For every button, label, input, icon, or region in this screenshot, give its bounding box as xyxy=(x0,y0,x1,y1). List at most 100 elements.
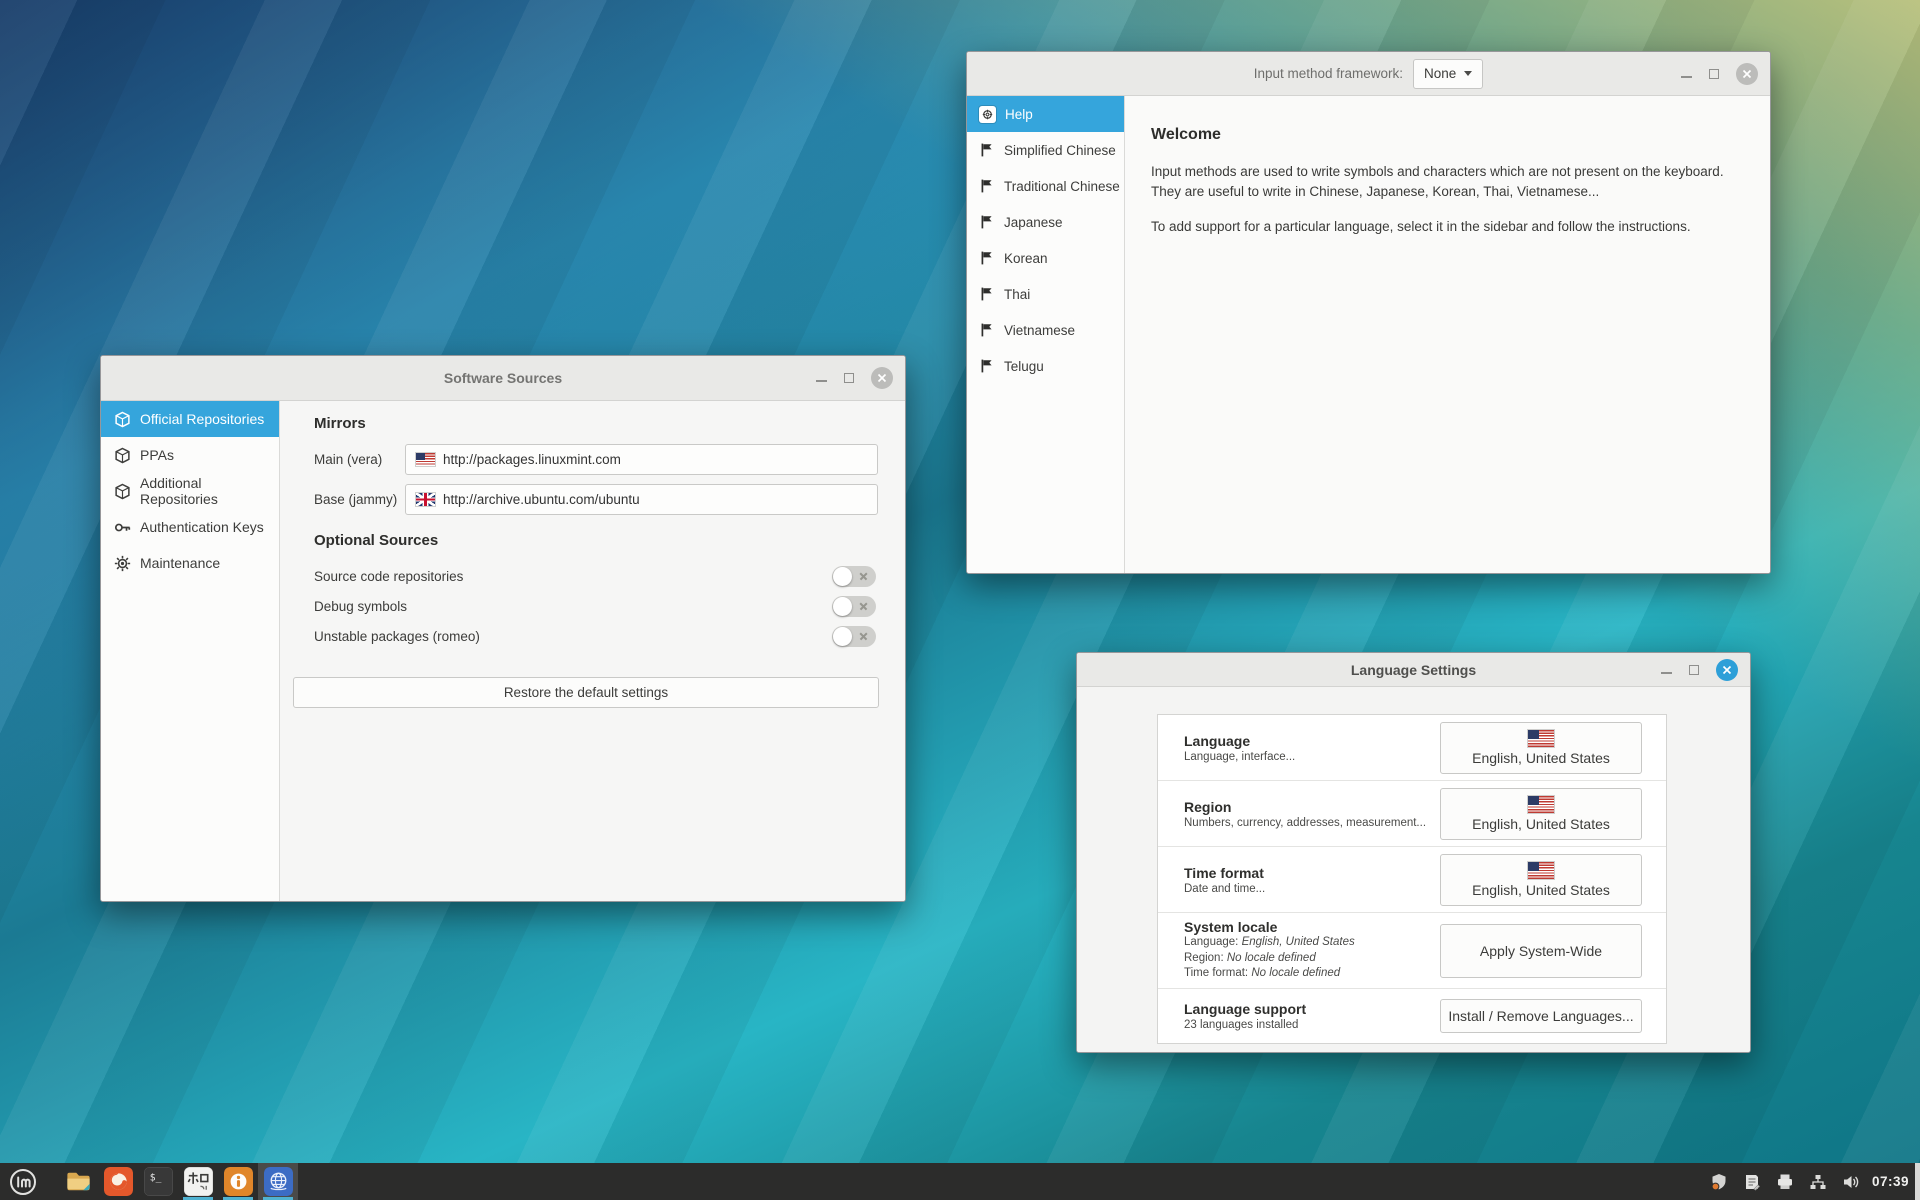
debug-symbols-toggle[interactable] xyxy=(832,595,876,617)
row-text: Time format Date and time... xyxy=(1184,865,1440,895)
volume-icon[interactable] xyxy=(1842,1173,1860,1191)
flag-icon xyxy=(979,178,995,194)
titlebar-language-settings[interactable]: Language Settings xyxy=(1077,653,1750,687)
language-select-button[interactable]: English, United States xyxy=(1440,721,1642,774)
sidebar-item-telugu[interactable]: Telugu xyxy=(967,348,1124,384)
taskbar-item-terminal[interactable]: $_ xyxy=(138,1163,178,1200)
welcome-paragraph-1: Input methods are used to write symbols … xyxy=(1151,164,1724,199)
toggle-off-icon xyxy=(859,602,868,611)
minimize-button[interactable] xyxy=(816,380,827,382)
package-icon xyxy=(114,483,131,500)
toggle-off-icon xyxy=(859,632,868,641)
row-text: Language support 23 languages installed xyxy=(1184,1001,1440,1031)
titlebar-software-sources[interactable]: Software Sources xyxy=(101,356,905,401)
input-method-sidebar: Help Simplified Chinese Traditional Chin… xyxy=(967,96,1125,573)
printer-icon[interactable] xyxy=(1776,1173,1794,1191)
show-desktop-button[interactable] xyxy=(1915,1163,1920,1200)
sidebar-item-thai[interactable]: Thai xyxy=(967,276,1124,312)
toggle-knob xyxy=(833,626,852,646)
sidebar-item-authentication-keys[interactable]: Authentication Keys xyxy=(101,509,279,545)
mirror-row-base: Base (jammy) http://archive.ubuntu.com/u… xyxy=(314,484,879,515)
toggle-row-unstable-packages: Unstable packages (romeo) xyxy=(314,621,879,651)
close-button[interactable] xyxy=(871,367,893,389)
mint-logo-icon xyxy=(10,1168,36,1195)
sidebar-item-label: Japanese xyxy=(1004,214,1063,230)
list-item-system-locale: System locale Language: English, United … xyxy=(1158,913,1666,989)
sidebar-item-label: Simplified Chinese xyxy=(1004,142,1116,158)
unstable-packages-toggle[interactable] xyxy=(832,625,876,647)
svg-text:$_: $_ xyxy=(149,1173,161,1184)
update-shield-icon[interactable] xyxy=(1710,1173,1728,1191)
sidebar-item-additional-repositories[interactable]: Additional Repositories xyxy=(101,473,279,509)
toggle-knob xyxy=(833,566,852,586)
taskbar-item-software-sources[interactable] xyxy=(218,1163,258,1200)
row-button-box: English, United States xyxy=(1440,853,1642,906)
main-mirror-url: http://packages.linuxmint.com xyxy=(443,452,621,467)
region-select-button[interactable]: English, United States xyxy=(1440,787,1642,840)
flag-icon xyxy=(979,214,995,230)
locale-line-region: Region: No locale defined xyxy=(1184,951,1316,964)
clock[interactable]: 07:39 xyxy=(1872,1174,1909,1189)
source-code-toggle[interactable] xyxy=(832,565,876,587)
settings-list: Language Language, interface... English,… xyxy=(1157,714,1667,1044)
sidebar-item-maintenance[interactable]: Maintenance xyxy=(101,545,279,581)
welcome-heading: Welcome xyxy=(1151,126,1221,143)
package-icon xyxy=(114,447,131,464)
network-icon[interactable] xyxy=(1809,1173,1827,1191)
apply-system-wide-button[interactable]: Apply System-Wide xyxy=(1440,923,1642,978)
sidebar-item-label: Authentication Keys xyxy=(140,519,264,535)
close-button[interactable] xyxy=(1736,62,1758,85)
window-title: Software Sources xyxy=(443,370,563,386)
sidebar-item-korean[interactable]: Korean xyxy=(967,240,1124,276)
taskbar-item-firefox[interactable] xyxy=(98,1163,138,1200)
toggle-label: Debug symbols xyxy=(314,598,408,614)
install-remove-languages-button[interactable]: Install / Remove Languages... xyxy=(1440,999,1642,1033)
sidebar-item-official-repositories[interactable]: Official Repositories xyxy=(101,401,279,437)
maximize-button[interactable] xyxy=(1689,664,1699,675)
key-icon xyxy=(114,519,131,536)
titlebar-input-method[interactable]: Input method framework: None xyxy=(967,52,1770,96)
restore-defaults-button[interactable]: Restore the default settings xyxy=(293,677,879,708)
base-mirror-field[interactable]: http://archive.ubuntu.com/ubuntu xyxy=(405,484,878,515)
sidebar-item-label: Additional Repositories xyxy=(140,475,218,507)
main-mirror-field[interactable]: http://packages.linuxmint.com xyxy=(405,444,878,475)
flag-icon xyxy=(979,358,995,374)
flag-icon xyxy=(979,322,995,338)
help-icon xyxy=(979,105,996,123)
window-language-settings: Language Settings Language Language, int… xyxy=(1076,652,1751,1053)
row-button-box: English, United States xyxy=(1440,721,1642,774)
list-item-region: Region Numbers, currency, addresses, mea… xyxy=(1158,781,1666,847)
row-title: Time format xyxy=(1184,864,1264,881)
sidebar-item-label: Korean xyxy=(1004,250,1048,266)
row-text: System locale Language: English, United … xyxy=(1184,919,1440,982)
list-item-language-support: Language support 23 languages installed … xyxy=(1158,989,1666,1043)
sidebar-item-traditional-chinese[interactable]: Traditional Chinese xyxy=(967,168,1124,204)
base-mirror-label: Base (jammy) xyxy=(314,492,398,507)
close-button[interactable] xyxy=(1716,658,1738,681)
sidebar-item-help[interactable]: Help xyxy=(967,96,1124,132)
minimize-button[interactable] xyxy=(1661,671,1672,674)
sidebar-item-japanese[interactable]: Japanese xyxy=(967,204,1124,240)
software-sources-content: Mirrors Main (vera) http://packages.linu… xyxy=(280,401,905,901)
framework-dropdown[interactable]: None xyxy=(1413,58,1484,89)
taskbar-item-language-settings[interactable] xyxy=(258,1163,298,1200)
sidebar-item-vietnamese[interactable]: Vietnamese xyxy=(967,312,1124,348)
input-method-body: Help Simplified Chinese Traditional Chin… xyxy=(967,96,1770,573)
maximize-button[interactable] xyxy=(844,373,854,383)
taskbar-item-input-method[interactable] xyxy=(178,1163,218,1200)
time-format-select-button[interactable]: English, United States xyxy=(1440,853,1642,906)
button-label: Install / Remove Languages... xyxy=(1448,1008,1634,1024)
minimize-button[interactable] xyxy=(1681,75,1692,78)
locale-line-language: Language: English, United States xyxy=(1184,936,1355,949)
taskbar-item-file-manager[interactable] xyxy=(58,1163,98,1200)
sidebar-item-simplified-chinese[interactable]: Simplified Chinese xyxy=(967,132,1124,168)
report-icon[interactable] xyxy=(1743,1173,1761,1191)
sidebar-item-label: Traditional Chinese xyxy=(1004,178,1120,194)
sidebar-item-ppas[interactable]: PPAs xyxy=(101,437,279,473)
locale-line-time-format: Time format: No locale defined xyxy=(1184,967,1341,980)
sidebar-item-label: Official Repositories xyxy=(140,411,265,427)
mint-menu-button[interactable] xyxy=(0,1163,46,1200)
sidebar-item-label: Telugu xyxy=(1004,358,1044,374)
maximize-button[interactable] xyxy=(1709,68,1719,79)
gear-icon xyxy=(114,555,131,572)
